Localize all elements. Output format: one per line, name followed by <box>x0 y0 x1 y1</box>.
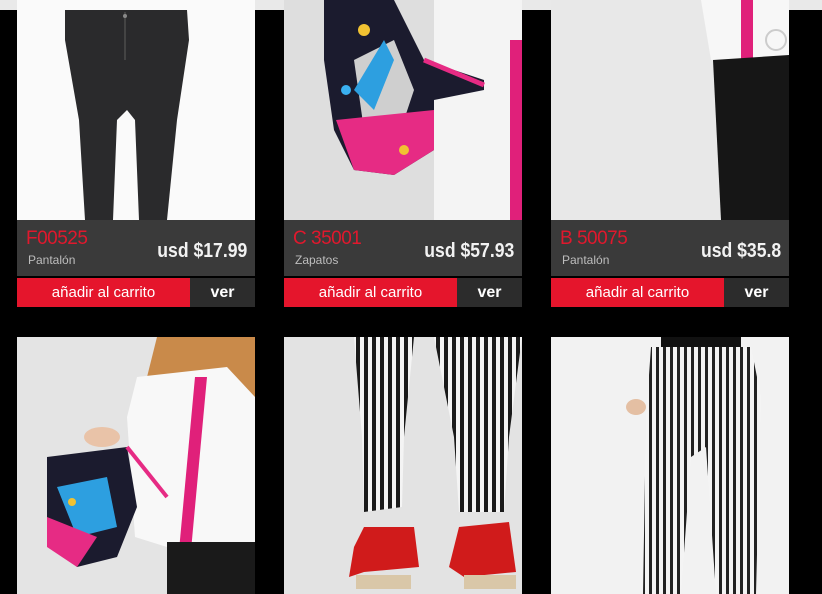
product-image[interactable] <box>17 337 255 594</box>
add-to-cart-button[interactable]: añadir al carrito <box>551 278 724 307</box>
add-to-cart-button[interactable]: añadir al carrito <box>284 278 457 307</box>
add-to-cart-button[interactable]: añadir al carrito <box>17 278 190 307</box>
pink-printed-heel-photo <box>284 0 522 220</box>
product-price: usd $35.8 <box>700 240 781 262</box>
product-code: F00525 <box>26 228 88 249</box>
product-category: Pantalón <box>562 253 610 267</box>
model-holding-heel-photo <box>17 337 255 594</box>
product-price: usd $57.93 <box>423 240 514 262</box>
product-info: B 50075 Pantalón usd $35.8 <box>551 220 789 276</box>
product-actions: añadir al carrito ver <box>17 278 255 307</box>
product-image[interactable] <box>284 0 522 220</box>
product-info: C 35001 Zapatos usd $57.93 <box>284 220 522 276</box>
product-image[interactable] <box>284 337 522 594</box>
product-category: Zapatos <box>295 253 339 267</box>
product-code: B 50075 <box>560 228 628 249</box>
product-price: usd $17.99 <box>156 240 247 262</box>
view-button[interactable]: ver <box>457 278 522 307</box>
product-actions: añadir al carrito ver <box>284 278 522 307</box>
product-info: F00525 Pantalón usd $17.99 <box>17 220 255 276</box>
striped-pants-red-heels-photo <box>284 337 522 594</box>
product-code: C 35001 <box>293 228 362 249</box>
black-leggings-photo <box>17 0 255 220</box>
product-image[interactable] <box>551 0 789 220</box>
product-actions: añadir al carrito ver <box>551 278 789 307</box>
view-button[interactable]: ver <box>724 278 789 307</box>
view-button[interactable]: ver <box>190 278 255 307</box>
black-pants-photo <box>551 0 789 220</box>
product-image[interactable] <box>17 0 255 220</box>
product-category: Pantalón <box>28 253 76 267</box>
striped-pants-model-photo <box>551 337 789 594</box>
product-image[interactable] <box>551 337 789 594</box>
